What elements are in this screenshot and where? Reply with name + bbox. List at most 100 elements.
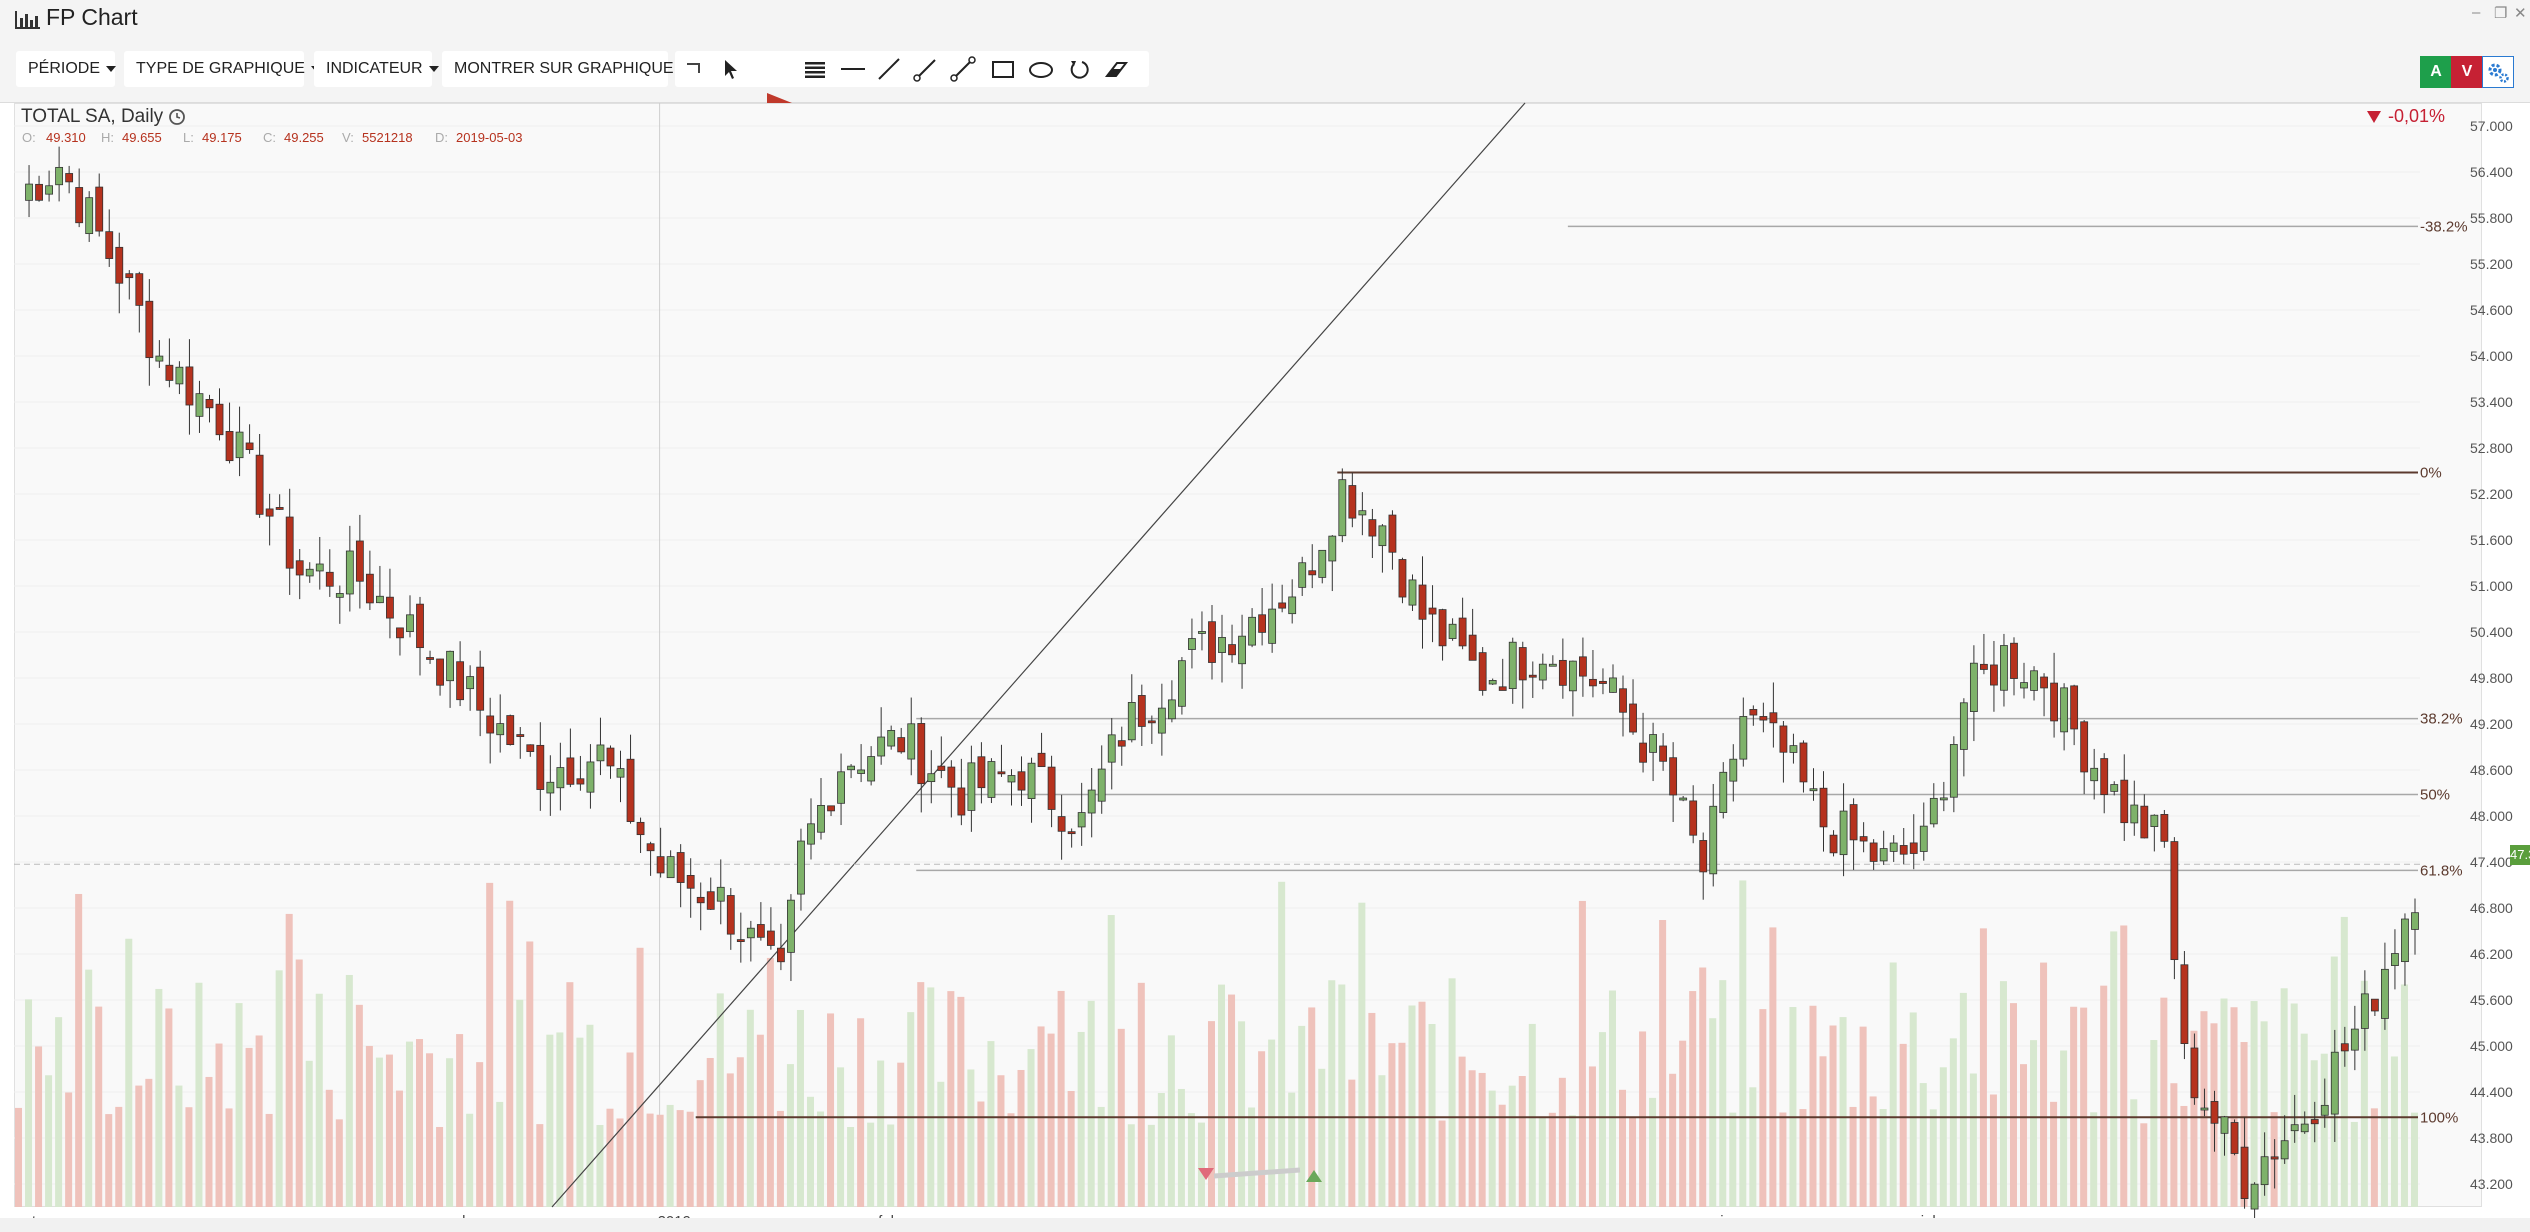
volume-bar (1167, 1035, 1175, 1207)
candle-body (1889, 842, 1898, 852)
candle-body (1077, 812, 1086, 828)
candle-body (1318, 549, 1327, 578)
candle-body (1869, 842, 1878, 862)
candle-body (235, 431, 244, 459)
volume-bar (806, 1096, 814, 1207)
volume-bar (1839, 1017, 1847, 1207)
clock-icon[interactable] (168, 108, 186, 126)
candle-body (2050, 682, 2058, 722)
candle-body (25, 183, 33, 201)
candle-body (65, 173, 74, 183)
candle-body (566, 757, 575, 785)
volume-bar (776, 1110, 784, 1207)
candle-body (1298, 562, 1307, 588)
volume-bar (1558, 1077, 1566, 1207)
volume-bar (235, 1003, 243, 1207)
candle-body (877, 736, 886, 757)
candle-body (1228, 644, 1236, 656)
volume-bar (1538, 1116, 1546, 1207)
volume-bar (2340, 916, 2348, 1207)
candle-body (1739, 716, 1748, 760)
volume-bar (1909, 1012, 1917, 1207)
volume-bar (1087, 1000, 1095, 1207)
volume-bar (315, 993, 323, 1207)
candle-body (787, 899, 795, 953)
candle-body (315, 563, 324, 572)
volume-bar (2290, 1003, 2298, 1207)
candle-body (486, 715, 495, 734)
candle-body (295, 560, 304, 576)
volume-bar (766, 957, 774, 1207)
candle-body (2040, 676, 2048, 689)
volume-bar (446, 1058, 454, 1207)
volume-bar (1348, 1079, 1356, 1207)
candle-body (1849, 804, 1858, 841)
volume-bar (1077, 1031, 1085, 1207)
candle-body (947, 766, 956, 788)
volume-bar (486, 882, 494, 1207)
close-value: 49.255 (284, 130, 324, 145)
candle-body (506, 715, 515, 746)
candle-body (2160, 814, 2169, 842)
volume-bar (1007, 1113, 1015, 1207)
volume-bar (1438, 1120, 1446, 1207)
candle-body (2250, 1183, 2259, 1210)
candle-body (325, 571, 334, 587)
high-label: H: (101, 130, 114, 145)
volume-bar (466, 1113, 474, 1207)
volume-bar (1769, 927, 1777, 1207)
candle-body (997, 771, 1006, 775)
volume-bar (546, 1034, 554, 1207)
candle-body (847, 765, 855, 771)
candle-body (1368, 519, 1377, 537)
y-tick-label: 46.200 (2470, 946, 2513, 962)
candle-body (1338, 479, 1347, 537)
volume-bar (1879, 1109, 1887, 1207)
volume-bar (596, 1124, 604, 1207)
chart-title: TOTAL SA, Daily (21, 106, 164, 127)
candle-body (285, 516, 294, 569)
candle-body (2010, 642, 2018, 679)
fib-label: 38.2% (2420, 711, 2463, 728)
candle-body (1047, 766, 1056, 810)
volume-bar (1318, 1068, 1326, 1207)
candle-body (2310, 1119, 2319, 1125)
candle-body (1709, 805, 1718, 875)
volume-bar (365, 1045, 373, 1207)
candle-body (2401, 918, 2409, 963)
volume-bar (1929, 1109, 1937, 1207)
volume-bar (1248, 1107, 1256, 1207)
volume-bar (817, 1111, 825, 1207)
candle-body (1408, 579, 1417, 606)
volume-bar (395, 1090, 403, 1207)
volume-bar (666, 1104, 674, 1207)
volume-bar (436, 1126, 444, 1207)
candle-body (2110, 784, 2119, 792)
candle-body (1428, 607, 1437, 615)
candle-body (1659, 745, 1668, 762)
candle-body (2080, 721, 2089, 773)
volume-bar (1017, 1069, 1025, 1207)
volume-bar (2030, 1040, 2038, 1207)
candle-body (1258, 614, 1267, 633)
volume-bar (2250, 1001, 2258, 1207)
volume-bar (275, 970, 283, 1207)
y-tick-label: 46.800 (2470, 900, 2513, 916)
candle-body (2000, 645, 2008, 691)
volume-bar (1268, 1039, 1276, 1207)
candle-body (1568, 660, 1577, 692)
last-price-tag: 47.370 (2510, 845, 2530, 865)
volume-bar (1468, 1070, 1476, 1207)
candle-body (2210, 1101, 2219, 1124)
candle-body (2130, 804, 2139, 824)
candle-body (1809, 788, 1818, 792)
volume-bar (215, 1043, 223, 1207)
volume-bar (1759, 1009, 1767, 1207)
candle-body (546, 781, 555, 794)
candle-body (1558, 659, 1567, 686)
candle-body (2020, 682, 2028, 689)
volume-bar (1207, 1021, 1215, 1207)
candle-body (1629, 703, 1637, 733)
volume-bar (1408, 1005, 1416, 1207)
volume-bar (1749, 1087, 1757, 1207)
